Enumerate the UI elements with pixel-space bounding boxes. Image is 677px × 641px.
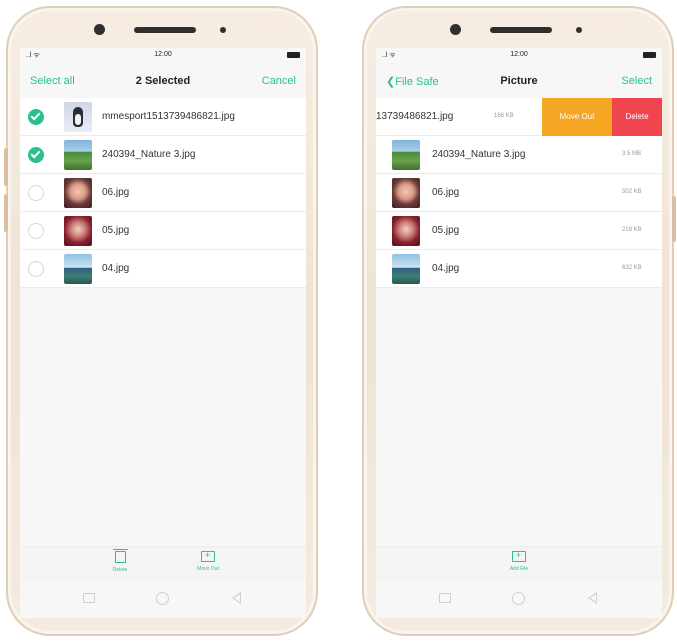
- status-time: 12:00: [510, 51, 528, 58]
- list-item[interactable]: 05.jpg: [20, 212, 306, 250]
- phone-right: ..l ᯤ 12:00 ❮File Safe Picture Select 13…: [362, 6, 676, 636]
- move-out-icon: [201, 550, 215, 562]
- speaker-grille: [134, 27, 196, 33]
- file-size: 219 KB: [622, 227, 642, 233]
- system-nav-bar: [376, 580, 662, 618]
- checkbox-checked[interactable]: [28, 109, 44, 125]
- list-item[interactable]: 240394_Nature 3.jpg 3.5 MB: [376, 136, 662, 174]
- file-name: 05.jpg: [102, 225, 130, 236]
- file-name: 05.jpg: [432, 225, 460, 236]
- file-name: 240394_Nature 3.jpg: [432, 149, 526, 160]
- file-name: mmesport1513739486821.jpg: [102, 111, 235, 122]
- sensor-icon: [576, 27, 582, 33]
- move-out-label: Move Out: [197, 566, 219, 572]
- back-triangle-icon[interactable]: [232, 592, 241, 604]
- file-list: 13739486821.jpg 166 KB Move Out Delete 2…: [376, 98, 662, 288]
- front-camera-icon: [450, 24, 461, 35]
- move-out-button[interactable]: Move Out: [188, 550, 228, 572]
- front-camera-icon: [94, 24, 105, 35]
- page-title: Picture: [500, 75, 538, 87]
- screen: ..l ᯤ 12:00 ❮File Safe Picture Select 13…: [376, 48, 662, 618]
- picture-header: ❮File Safe Picture Select: [376, 62, 662, 98]
- phone-left: ..l ᯤ 12:00 Select all 2 Selected Cancel…: [4, 6, 318, 636]
- home-circle-icon[interactable]: [512, 592, 525, 605]
- check-icon: [30, 110, 41, 121]
- cancel-button[interactable]: Cancel: [262, 75, 296, 87]
- delete-button[interactable]: Delete: [612, 98, 662, 136]
- portrait-image: [392, 178, 420, 208]
- add-file-button[interactable]: Add File: [499, 550, 539, 572]
- file-list: mmesport1513739486821.jpg 240394_Nature …: [20, 98, 306, 288]
- penguin-image: [64, 102, 92, 132]
- battery-icon: [287, 52, 300, 58]
- square-icon[interactable]: [439, 593, 451, 603]
- landscape-image: [392, 254, 420, 284]
- file-name: 06.jpg: [432, 187, 460, 198]
- portrait-image: [64, 216, 92, 246]
- select-button[interactable]: Select: [621, 75, 652, 87]
- status-bar: ..l ᯤ 12:00: [376, 48, 662, 62]
- bottom-toolbar: Delete Move Out: [20, 546, 306, 580]
- screen: ..l ᯤ 12:00 Select all 2 Selected Cancel…: [20, 48, 306, 618]
- status-time: 12:00: [154, 51, 172, 58]
- list-item[interactable]: mmesport1513739486821.jpg: [20, 98, 306, 136]
- portrait-image: [392, 216, 420, 246]
- power-button: [672, 196, 676, 242]
- list-item[interactable]: 06.jpg 502 KB: [376, 174, 662, 212]
- list-item[interactable]: 04.jpg 632 KB: [376, 250, 662, 288]
- bottom-toolbar: Add File: [376, 546, 662, 580]
- nature-image: [392, 140, 420, 170]
- file-size: 502 KB: [622, 189, 642, 195]
- file-name: 04.jpg: [432, 263, 460, 274]
- list-item[interactable]: 240394_Nature 3.jpg: [20, 136, 306, 174]
- sensor-icon: [220, 27, 226, 33]
- trash-icon: [112, 549, 128, 563]
- portrait-image: [64, 178, 92, 208]
- file-name: 13739486821.jpg: [376, 111, 454, 122]
- list-item[interactable]: 06.jpg: [20, 174, 306, 212]
- landscape-image: [64, 254, 92, 284]
- home-circle-icon[interactable]: [156, 592, 169, 605]
- checkbox-unchecked[interactable]: [28, 261, 44, 277]
- check-icon: [30, 148, 41, 159]
- swiped-list-item[interactable]: 13739486821.jpg 166 KB Move Out Delete: [376, 98, 662, 136]
- square-icon[interactable]: [83, 593, 95, 603]
- list-item[interactable]: 04.jpg: [20, 250, 306, 288]
- status-bar: ..l ᯤ 12:00: [20, 48, 306, 62]
- system-nav-bar: [20, 580, 306, 618]
- delete-button[interactable]: Delete: [100, 549, 140, 573]
- list-item[interactable]: 05.jpg 219 KB: [376, 212, 662, 250]
- file-name: 04.jpg: [102, 263, 130, 274]
- file-size: 3.5 MB: [622, 151, 642, 157]
- back-triangle-icon[interactable]: [588, 592, 597, 604]
- nature-image: [64, 140, 92, 170]
- speaker-grille: [490, 27, 552, 33]
- volume-button: [4, 148, 8, 186]
- add-file-icon: [512, 550, 526, 562]
- move-out-button[interactable]: Move Out: [542, 98, 612, 136]
- selection-header: Select all 2 Selected Cancel: [20, 62, 306, 98]
- checkbox-unchecked[interactable]: [28, 185, 44, 201]
- file-size: 632 KB: [622, 265, 642, 271]
- delete-label: Delete: [112, 567, 128, 573]
- file-size: 166 KB: [494, 113, 514, 119]
- add-file-label: Add File: [509, 566, 529, 572]
- volume-button: [4, 194, 8, 232]
- file-name: 06.jpg: [102, 187, 130, 198]
- file-name: 240394_Nature 3.jpg: [102, 149, 196, 160]
- battery-icon: [643, 52, 656, 58]
- checkbox-checked[interactable]: [28, 147, 44, 163]
- checkbox-unchecked[interactable]: [28, 223, 44, 239]
